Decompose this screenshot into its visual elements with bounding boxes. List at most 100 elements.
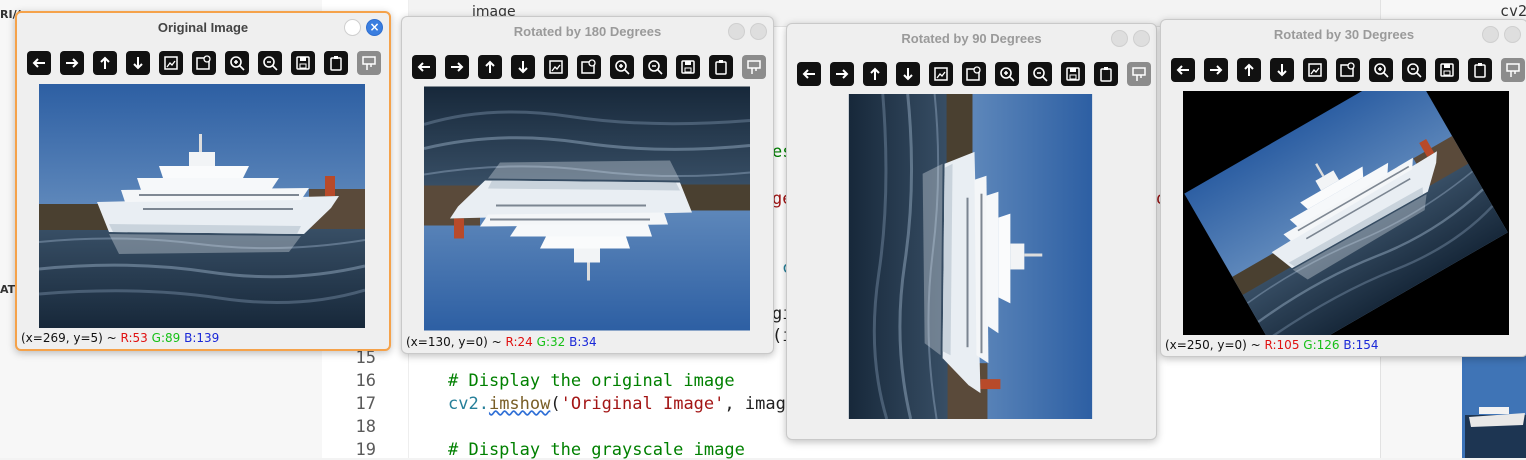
zoom-to-image-icon	[1340, 62, 1355, 77]
pan-right-icon	[66, 58, 79, 68]
code-module: cv2.	[448, 394, 489, 414]
zoom-fit-button[interactable]	[929, 62, 953, 86]
minimize-button[interactable]	[344, 19, 361, 36]
pan-down-icon	[903, 68, 913, 81]
close-button[interactable]	[750, 23, 767, 40]
pan-up-icon	[485, 60, 495, 73]
zoom-fit-icon	[164, 56, 178, 70]
pan-up-icon	[870, 67, 880, 80]
pixel-status-bar: (x=250, y=0) ~ R:105 G:126 B:154	[1165, 338, 1379, 352]
rotated-90-window[interactable]: Rotated by 90 Degrees	[786, 23, 1157, 440]
zoom-out-button[interactable]	[1402, 58, 1426, 82]
zoom-to-image-button[interactable]	[192, 51, 216, 75]
save-icon	[1066, 67, 1080, 81]
minimize-button[interactable]	[1111, 30, 1128, 47]
copy-clipboard-icon	[1474, 63, 1486, 78]
original-image[interactable]	[39, 84, 365, 328]
window-title: Rotated by 30 Degrees	[1273, 27, 1415, 42]
pan-right-icon	[836, 69, 849, 79]
right-panel-label: cv2	[1500, 2, 1526, 20]
code-function: imshow	[488, 394, 551, 414]
zoom-fit-button[interactable]	[159, 51, 183, 75]
copy-clipboard-button[interactable]	[709, 55, 733, 79]
save-button[interactable]	[1435, 58, 1459, 82]
zoom-in-button[interactable]	[225, 51, 249, 75]
zoom-fit-icon	[1308, 63, 1322, 77]
save-button[interactable]	[291, 51, 315, 75]
status-red: R:24	[505, 335, 533, 349]
zoom-to-image-button[interactable]	[1336, 58, 1360, 82]
zoom-out-button[interactable]	[258, 51, 282, 75]
pan-up-button[interactable]	[863, 62, 887, 86]
zoom-to-image-button[interactable]	[962, 62, 986, 86]
code-paren: (	[550, 394, 561, 414]
pan-up-button[interactable]	[93, 51, 117, 75]
line-number: 17	[355, 394, 376, 414]
rotated-180-window[interactable]: Rotated by 180 Degrees (x=130, y=0) ~ R:…	[401, 16, 774, 354]
status-blue: B:139	[184, 331, 220, 345]
save-button[interactable]	[676, 55, 700, 79]
pan-right-icon	[1210, 65, 1223, 75]
pan-left-icon	[1176, 65, 1189, 75]
close-button[interactable]	[1504, 26, 1521, 43]
properties-button[interactable]	[357, 51, 381, 75]
save-button[interactable]	[1061, 62, 1085, 86]
copy-clipboard-button[interactable]	[1094, 62, 1118, 86]
copy-clipboard-button[interactable]	[1468, 58, 1492, 82]
properties-button[interactable]	[1127, 62, 1151, 86]
line-number: 19	[355, 440, 376, 460]
zoom-fit-button[interactable]	[544, 55, 568, 79]
close-button[interactable]: ×	[366, 19, 383, 36]
zoom-out-button[interactable]	[1028, 62, 1052, 86]
zoom-fit-icon	[934, 67, 948, 81]
copy-clipboard-icon	[1100, 67, 1112, 82]
window-titlebar[interactable]: Rotated by 180 Degrees	[402, 17, 773, 47]
zoom-out-button[interactable]	[643, 55, 667, 79]
window-titlebar[interactable]: Rotated by 30 Degrees	[1161, 20, 1526, 50]
pan-left-button[interactable]	[797, 62, 821, 86]
zoom-in-button[interactable]	[995, 62, 1019, 86]
pan-down-button[interactable]	[896, 62, 920, 86]
rotated-180-image[interactable]	[424, 86, 750, 331]
close-button[interactable]	[1133, 30, 1150, 47]
zoom-fit-button[interactable]	[1303, 58, 1327, 82]
zoom-to-image-button[interactable]	[577, 55, 601, 79]
pan-right-button[interactable]	[60, 51, 84, 75]
zoom-in-button[interactable]	[1369, 58, 1393, 82]
save-icon	[681, 60, 695, 74]
pan-left-button[interactable]	[1171, 58, 1195, 82]
copy-clipboard-button[interactable]	[324, 51, 348, 75]
pan-up-icon	[100, 56, 110, 69]
original-image-window[interactable]: Original Image × (x=269, y=5) ~ R:53 G:8…	[15, 11, 391, 351]
properties-icon	[747, 60, 761, 74]
code-string: 'Original Image'	[560, 394, 725, 414]
pan-left-button[interactable]	[27, 51, 51, 75]
pan-down-button[interactable]	[126, 51, 150, 75]
window-titlebar[interactable]: Rotated by 90 Degrees	[787, 24, 1156, 54]
minimize-button[interactable]	[1482, 26, 1499, 43]
pan-up-button[interactable]	[478, 55, 502, 79]
minimize-button[interactable]	[728, 23, 745, 40]
rotated-30-window[interactable]: Rotated by 30 Degrees (x=250, y=0) ~ R:1…	[1160, 19, 1526, 357]
pan-down-button[interactable]	[1270, 58, 1294, 82]
zoom-out-icon	[1407, 63, 1422, 78]
pan-right-button[interactable]	[445, 55, 469, 79]
code-line-imshow[interactable]: cv2.imshow('Original Image', image	[448, 394, 796, 414]
pan-right-button[interactable]	[1204, 58, 1228, 82]
line-number: 16	[355, 371, 376, 391]
code-line-comment[interactable]: # Display the grayscale image	[448, 440, 745, 460]
properties-button[interactable]	[1501, 58, 1525, 82]
pan-up-button[interactable]	[1237, 58, 1261, 82]
window-titlebar[interactable]: Original Image ×	[17, 13, 389, 43]
properties-button[interactable]	[742, 55, 766, 79]
window-title: Original Image	[157, 20, 249, 35]
pan-right-button[interactable]	[830, 62, 854, 86]
zoom-in-button[interactable]	[610, 55, 634, 79]
rotated-30-image[interactable]	[1183, 91, 1509, 335]
save-icon	[296, 56, 310, 70]
code-line-comment[interactable]: # Display the original image	[448, 371, 735, 391]
pan-down-button[interactable]	[511, 55, 535, 79]
zoom-in-icon	[230, 56, 245, 71]
pan-left-button[interactable]	[412, 55, 436, 79]
rotated-90-image[interactable]	[848, 94, 1093, 419]
